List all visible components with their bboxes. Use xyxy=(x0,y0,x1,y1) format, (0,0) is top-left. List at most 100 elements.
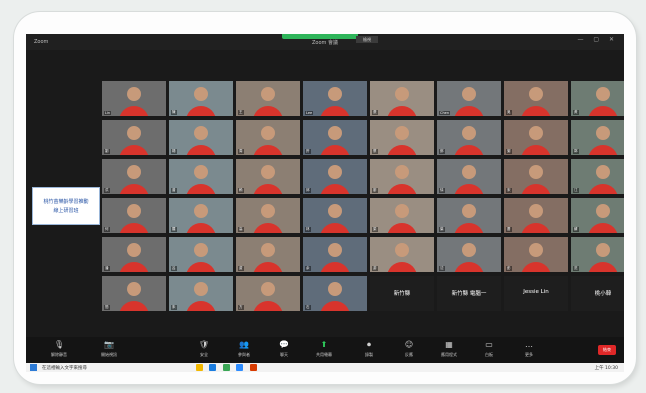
participant-name: 林 xyxy=(305,227,311,232)
participant-body xyxy=(186,106,216,116)
participant-name: 葉 xyxy=(439,227,445,232)
participant-tile[interactable]: 葉 xyxy=(437,198,501,233)
participant-tile[interactable]: 鄭 xyxy=(437,120,501,155)
participant-video xyxy=(127,87,141,101)
shared-title-line1: 桃竹苗樂齡學習推動 xyxy=(43,199,89,205)
participant-body xyxy=(521,145,551,155)
toolbar-button[interactable]: ☺ 反應 xyxy=(396,340,422,358)
participant-name: 洪 xyxy=(104,188,110,193)
zoom-icon[interactable] xyxy=(236,364,244,371)
participant-video xyxy=(395,204,409,218)
participant-body xyxy=(253,145,283,155)
participant-tile[interactable]: 何 xyxy=(102,198,166,233)
participant-tile[interactable]: 周 xyxy=(236,120,300,155)
view-button[interactable]: 檢視 xyxy=(356,36,378,43)
participant-tile[interactable]: 江 xyxy=(571,159,624,194)
zoom-window: Zoom Zoom 會議 — ▢ ✕ 檢視 桃竹苗樂齡學習推動 線上研習班 Li… xyxy=(26,34,624,372)
participant-tile[interactable]: 郭 xyxy=(571,120,624,155)
participant-tile[interactable]: 林 xyxy=(303,198,367,233)
participant-tile[interactable]: 廖 xyxy=(370,159,434,194)
participant-tile[interactable]: Chen xyxy=(437,81,501,116)
toolbar-button[interactable]: 🛡 安全 xyxy=(191,340,217,358)
participant-tile[interactable]: 朱 xyxy=(169,276,233,311)
participant-tile[interactable]: 張 xyxy=(370,81,434,116)
participant-body xyxy=(320,223,350,233)
participant-body xyxy=(186,184,216,194)
participant-body xyxy=(320,262,350,272)
participant-tile[interactable]: Lin xyxy=(102,81,166,116)
participant-tile[interactable]: 沈 xyxy=(437,237,501,272)
toolbar-button[interactable]: 💬 聊天 xyxy=(271,340,297,358)
participant-tile[interactable]: 洪 xyxy=(102,159,166,194)
store-icon[interactable] xyxy=(222,364,230,371)
end-meeting-button[interactable]: 結束 xyxy=(598,345,616,355)
participant-name: Jessie Lin xyxy=(523,289,549,295)
participant-tile[interactable]: 潘 xyxy=(102,237,166,272)
participant-tile[interactable]: 黃 xyxy=(571,81,624,116)
participant-body xyxy=(588,106,618,116)
participant-tile[interactable]: 游 xyxy=(370,237,434,272)
toolbar-button[interactable]: 👥 參與者 xyxy=(231,340,257,358)
toolbar-label: 反應 xyxy=(405,352,413,357)
participant-tile[interactable]: 簡 xyxy=(102,276,166,311)
participant-name: 朱 xyxy=(171,305,177,310)
participant-tile[interactable]: 徐 xyxy=(437,159,501,194)
toolbar-button[interactable]: 🎙 解除靜音 xyxy=(46,340,72,358)
participant-tile[interactable]: 盧 xyxy=(236,237,300,272)
participant-tile[interactable]: 桃小韓 xyxy=(571,276,624,311)
participant-tile[interactable]: 梁 xyxy=(370,198,434,233)
window-controls[interactable]: — ▢ ✕ xyxy=(577,36,618,43)
participant-video xyxy=(395,126,409,140)
edge-icon[interactable] xyxy=(209,364,217,371)
toolbar-button[interactable]: 📷 開始視訊 xyxy=(96,340,122,358)
office-icon[interactable] xyxy=(249,364,257,371)
toolbar-button[interactable]: ⬆ 共用螢幕 xyxy=(311,340,337,358)
participant-tile[interactable]: 楊 xyxy=(169,120,233,155)
taskbar-search[interactable]: 在這裡輸入文字來搜尋 xyxy=(42,365,87,371)
participant-tile[interactable]: 陳 xyxy=(169,81,233,116)
toolbar-button[interactable]: ⏺ 錄製 xyxy=(356,340,382,358)
participant-tile[interactable]: 賴 xyxy=(236,159,300,194)
participant-name: Lin xyxy=(104,111,112,115)
participant-tile[interactable]: 宋 xyxy=(504,159,568,194)
participant-tile[interactable]: Lee xyxy=(303,81,367,116)
participant-video xyxy=(261,165,275,179)
participant-tile[interactable]: 曾 xyxy=(169,159,233,194)
shared-title-line2: 線上研習班 xyxy=(53,208,79,214)
toolbar-button[interactable]: ▭ 白板 xyxy=(476,340,502,358)
participant-tile[interactable]: 許 xyxy=(303,120,367,155)
participant-body xyxy=(387,223,417,233)
participant-name: 方 xyxy=(238,305,244,310)
participant-tile[interactable]: 王 xyxy=(236,81,300,116)
participant-tile[interactable]: Jessie Lin xyxy=(504,276,568,311)
participant-tile[interactable]: 新竹縣 xyxy=(370,276,434,311)
participant-video xyxy=(127,282,141,296)
participant-tile[interactable]: 吳 xyxy=(504,81,568,116)
shared-content-tile[interactable]: 桃竹苗樂齡學習推動 線上研習班 xyxy=(32,187,100,225)
participant-tile[interactable]: 蕭 xyxy=(504,198,568,233)
participant-tile[interactable]: 石 xyxy=(303,276,367,311)
toolbar-button[interactable]: ▦ 應用程式 xyxy=(436,340,462,358)
folder-icon[interactable] xyxy=(196,364,203,371)
participant-video xyxy=(328,87,342,101)
participant-tile[interactable]: 羅 xyxy=(169,198,233,233)
participant-tile[interactable]: 劉 xyxy=(102,120,166,155)
participant-video xyxy=(194,126,208,140)
participant-tile[interactable]: 高 xyxy=(236,198,300,233)
toolbar-icon: ⏺ xyxy=(367,340,371,349)
participant-body xyxy=(119,184,149,194)
participant-tile[interactable]: 方 xyxy=(236,276,300,311)
participant-tile[interactable]: 彭 xyxy=(504,237,568,272)
participant-tile[interactable]: 新竹縣 電腦一 xyxy=(437,276,501,311)
participant-tile[interactable]: 邱 xyxy=(303,159,367,194)
participant-name: 曾 xyxy=(171,188,177,193)
participant-name: 蘇 xyxy=(573,227,579,232)
windows-start-icon[interactable] xyxy=(30,364,37,371)
participant-tile[interactable]: 蘇 xyxy=(571,198,624,233)
toolbar-button[interactable]: … 更多 xyxy=(516,340,542,358)
participant-tile[interactable]: 呂 xyxy=(169,237,233,272)
participant-tile[interactable]: 蔡 xyxy=(370,120,434,155)
participant-tile[interactable]: 范 xyxy=(571,237,624,272)
participant-tile[interactable]: 謝 xyxy=(504,120,568,155)
participant-tile[interactable]: 余 xyxy=(303,237,367,272)
